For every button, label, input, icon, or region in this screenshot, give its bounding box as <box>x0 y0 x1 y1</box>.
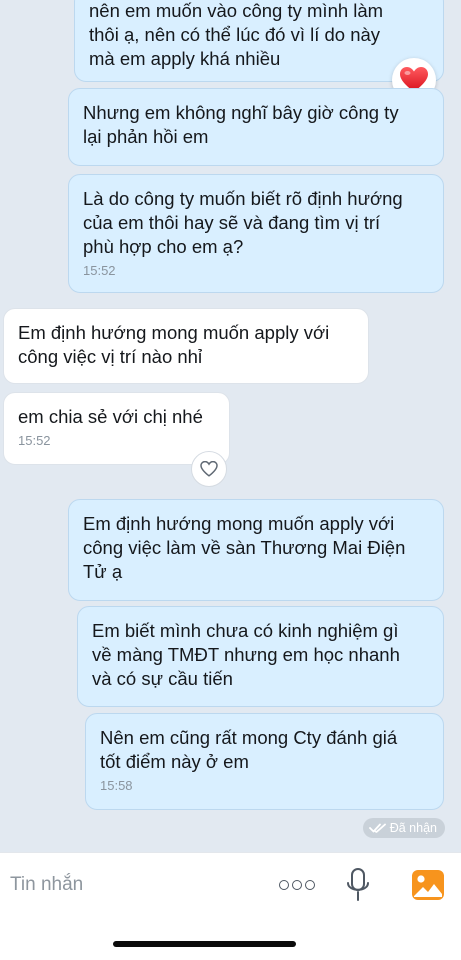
message-time: 15:58 <box>100 778 133 793</box>
message-text: Em biết mình chưa có kinh nghiệm gì về m… <box>92 620 400 689</box>
message-bubble-incoming[interactable]: Em định hướng mong muốn apply với công v… <box>3 308 369 384</box>
message-bubble-outgoing[interactable]: Là do công ty muốn biết rõ định hướng củ… <box>68 174 444 293</box>
message-bubble-outgoing[interactable]: nên em muốn vào công ty mình làm thôi ạ,… <box>74 0 444 82</box>
message-bubble-outgoing[interactable]: Em định hướng mong muốn apply với công v… <box>68 499 444 601</box>
react-button[interactable] <box>191 451 227 487</box>
message-text: nên em muốn vào công ty mình làm thôi ạ,… <box>89 0 384 69</box>
message-time: 15:52 <box>18 433 51 448</box>
message-text: Em định hướng mong muốn apply với công v… <box>83 513 406 582</box>
message-bubble-incoming[interactable]: em chia sẻ với chị nhé 15:52 <box>3 392 230 465</box>
message-text: Nhưng em không nghĩ bây giờ công ty lại … <box>83 102 399 147</box>
status-badge: Đã nhận <box>362 818 445 838</box>
message-text: Là do công ty muốn biết rõ định hướng củ… <box>83 188 403 257</box>
message-input[interactable]: Tin nhắn <box>10 874 83 896</box>
image-picker-icon[interactable] <box>412 870 444 900</box>
status-label: Đã nhận <box>389 821 437 835</box>
double-check-icon <box>368 823 386 833</box>
message-bubble-outgoing[interactable]: Em biết mình chưa có kinh nghiệm gì về m… <box>77 606 444 707</box>
message-text: em chia sẻ với chị nhé <box>18 406 203 427</box>
message-text: Nên em cũng rất mong Cty đánh giá tốt đi… <box>100 727 398 772</box>
message-text: Em định hướng mong muốn apply với công v… <box>18 322 330 367</box>
chat-area[interactable]: nên em muốn vào công ty mình làm thôi ạ,… <box>0 0 461 852</box>
heart-outline-icon <box>200 461 218 477</box>
microphone-icon[interactable] <box>346 867 370 903</box>
home-indicator <box>113 941 296 947</box>
message-bubble-outgoing[interactable]: Nhưng em không nghĩ bây giờ công ty lại … <box>68 88 444 166</box>
message-bubble-outgoing[interactable]: Nên em cũng rất mong Cty đánh giá tốt đi… <box>85 713 444 810</box>
message-time: 15:52 <box>83 263 116 278</box>
more-options-icon[interactable] <box>279 880 315 890</box>
